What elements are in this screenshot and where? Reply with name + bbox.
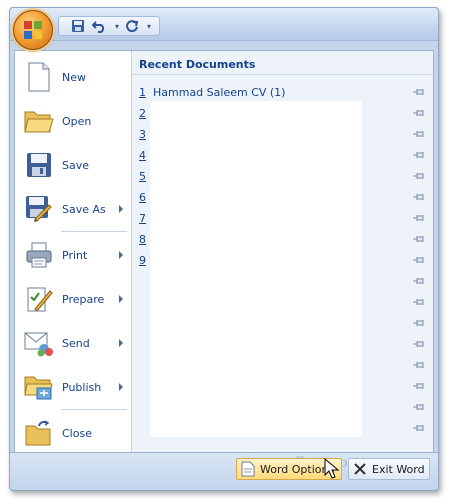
- save-as-icon: [23, 193, 55, 225]
- prepare-icon: [23, 283, 55, 315]
- office-logo-icon: [24, 21, 42, 39]
- menu-item-close[interactable]: Close: [15, 411, 131, 455]
- exit-word-label: Exit Word: [372, 462, 425, 476]
- recent-item-number: 1: [139, 86, 146, 99]
- pin-icon[interactable]: [412, 255, 426, 265]
- recent-item-number: 5: [139, 170, 146, 183]
- publish-icon: [23, 371, 55, 403]
- menu-item-label: Print: [62, 248, 88, 262]
- pin-icon[interactable]: [412, 129, 426, 139]
- recent-item-number: 2: [139, 107, 146, 120]
- submenu-arrow-icon: [119, 339, 123, 347]
- menu-item-label: Prepare: [62, 292, 105, 306]
- printer-icon: [23, 239, 55, 271]
- menu-item-send[interactable]: Send: [15, 321, 131, 365]
- pin-icon[interactable]: [412, 318, 426, 328]
- recent-item-number: 3: [139, 128, 146, 141]
- menu-item-prepare[interactable]: Prepare: [15, 277, 131, 321]
- recent-document-item[interactable]: 4: [139, 145, 427, 166]
- recent-document-item[interactable]: 8: [139, 229, 427, 250]
- submenu-arrow-icon: [119, 251, 123, 259]
- menu-item-print[interactable]: Print: [15, 233, 131, 277]
- recent-item-number: 8: [139, 233, 146, 246]
- menu-item-new[interactable]: New: [15, 55, 131, 99]
- pin-icon[interactable]: [412, 87, 426, 97]
- pin-icon[interactable]: [412, 339, 426, 349]
- close-folder-icon: [23, 417, 55, 449]
- recent-document-item[interactable]: 3: [139, 124, 427, 145]
- recent-item-name: Hammad Saleem CV (1): [153, 86, 286, 99]
- pin-icon[interactable]: [412, 276, 426, 286]
- menu-item-label: Open: [62, 114, 92, 128]
- customize-toolbar-icon[interactable]: ▾: [147, 22, 151, 31]
- pin-icon[interactable]: [412, 297, 426, 307]
- open-folder-icon: [23, 105, 55, 137]
- menu-item-label: New: [62, 70, 86, 84]
- title-bar: ▾ ▾: [10, 8, 438, 41]
- save-disk-icon: [23, 149, 55, 181]
- recent-item-number: 9: [139, 254, 146, 267]
- recent-document-item[interactable]: 2: [139, 103, 427, 124]
- pin-icon[interactable]: [412, 108, 426, 118]
- pin-icon[interactable]: [412, 402, 426, 412]
- redo-icon[interactable]: [123, 18, 141, 34]
- menu-item-label: Save: [62, 158, 90, 172]
- office-menu: New Open Save Save As Print Prepare Send…: [14, 50, 434, 454]
- new-document-icon: [23, 61, 55, 93]
- recent-documents-pane: Recent Documents 1 Hammad Saleem CV (1) …: [132, 51, 433, 453]
- send-icon: [23, 327, 55, 359]
- menu-item-save-as[interactable]: Save As: [15, 187, 131, 231]
- close-x-icon: [354, 463, 366, 475]
- menu-separator: [61, 409, 127, 410]
- menu-item-open[interactable]: Open: [15, 99, 131, 143]
- recent-document-item[interactable]: 7: [139, 208, 427, 229]
- menu-separator: [61, 231, 127, 232]
- exit-word-button[interactable]: Exit Word: [348, 458, 430, 480]
- recent-item-number: 7: [139, 212, 146, 225]
- recent-item-number: 6: [139, 191, 146, 204]
- menu-item-publish[interactable]: Publish: [15, 365, 131, 409]
- menu-commands-pane: New Open Save Save As Print Prepare Send…: [15, 51, 132, 453]
- pin-icon[interactable]: [412, 213, 426, 223]
- pin-icon[interactable]: [412, 150, 426, 160]
- submenu-arrow-icon: [119, 383, 123, 391]
- pin-icon[interactable]: [412, 234, 426, 244]
- recent-document-item[interactable]: 5: [139, 166, 427, 187]
- menu-item-label: Publish: [62, 380, 102, 394]
- undo-dropdown-icon[interactable]: ▾: [115, 22, 119, 31]
- recent-document-item[interactable]: 9: [139, 250, 427, 271]
- mouse-cursor-icon: [324, 458, 340, 479]
- menu-item-label: Send: [62, 336, 90, 350]
- submenu-arrow-icon: [119, 295, 123, 303]
- recent-document-item[interactable]: 6: [139, 187, 427, 208]
- pin-icon[interactable]: [412, 381, 426, 391]
- menu-item-label: Save As: [62, 202, 106, 216]
- pin-icon[interactable]: [412, 360, 426, 370]
- pin-icon[interactable]: [412, 192, 426, 202]
- recent-documents-header: Recent Documents: [132, 51, 433, 75]
- quick-access-toolbar: ▾ ▾: [58, 16, 160, 36]
- save-icon[interactable]: [69, 18, 87, 34]
- pin-icon[interactable]: [412, 423, 426, 433]
- undo-icon[interactable]: [91, 18, 109, 34]
- options-document-icon: [241, 461, 255, 477]
- menu-item-save[interactable]: Save: [15, 143, 131, 187]
- menu-item-label: Close: [62, 426, 92, 440]
- recent-document-item[interactable]: 1 Hammad Saleem CV (1): [139, 82, 427, 103]
- recent-item-number: 4: [139, 149, 146, 162]
- submenu-arrow-icon: [119, 205, 123, 213]
- pin-icon[interactable]: [412, 171, 426, 181]
- office-button[interactable]: [13, 10, 53, 50]
